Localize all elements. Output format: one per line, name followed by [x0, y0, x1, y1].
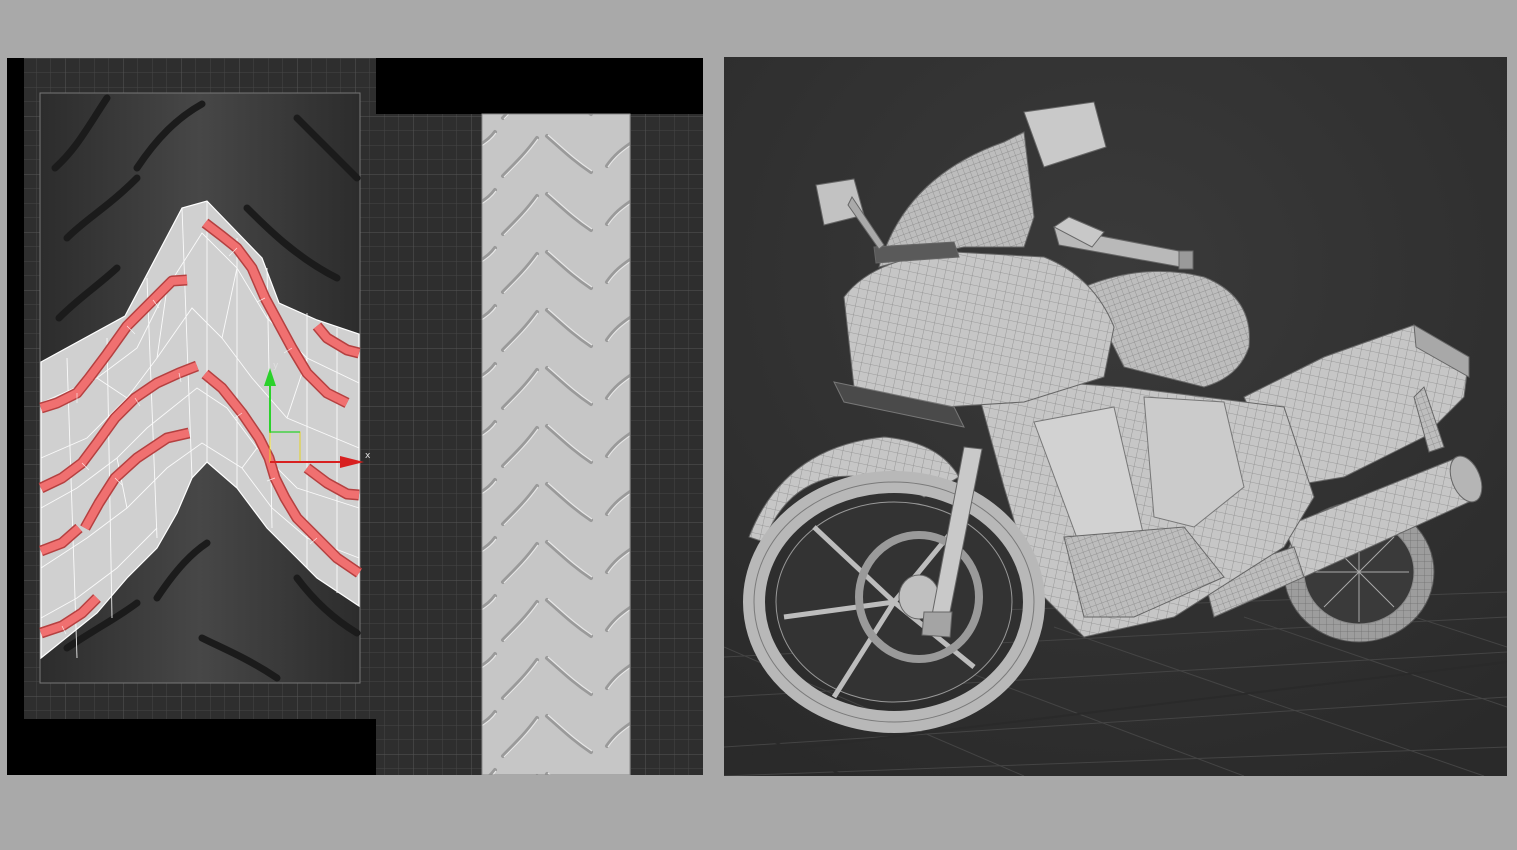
uv-left-border	[7, 58, 24, 775]
uv-top-bar	[376, 58, 703, 114]
gizmo-y-label: y	[273, 361, 279, 371]
gizmo-x-label: x	[365, 451, 371, 461]
uv-editor-panel[interactable]: y x	[7, 58, 703, 775]
normal-map-strip	[481, 113, 631, 775]
uv-bottom-bar	[7, 719, 376, 775]
viewport-canvas[interactable]	[724, 57, 1507, 776]
front-wheel	[743, 471, 1045, 733]
perspective-viewport[interactable]	[724, 57, 1507, 776]
uv-editor-canvas[interactable]: y x	[7, 58, 703, 775]
